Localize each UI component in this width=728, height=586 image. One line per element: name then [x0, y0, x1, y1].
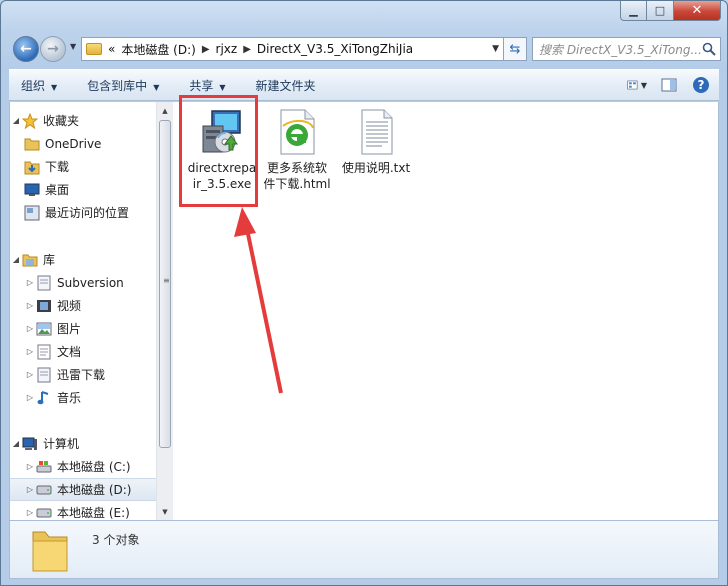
annotation-arrow — [234, 207, 283, 394]
details-pane: 3 个对象 — [9, 520, 719, 579]
folder-icon — [32, 531, 68, 572]
item-count: 3 个对象 — [92, 533, 140, 547]
explorer-window: ▁ □ ✕ ← → ▼ « 本地磁盘 (D:) ▶ rjxz ▶ DirectX… — [0, 0, 728, 586]
